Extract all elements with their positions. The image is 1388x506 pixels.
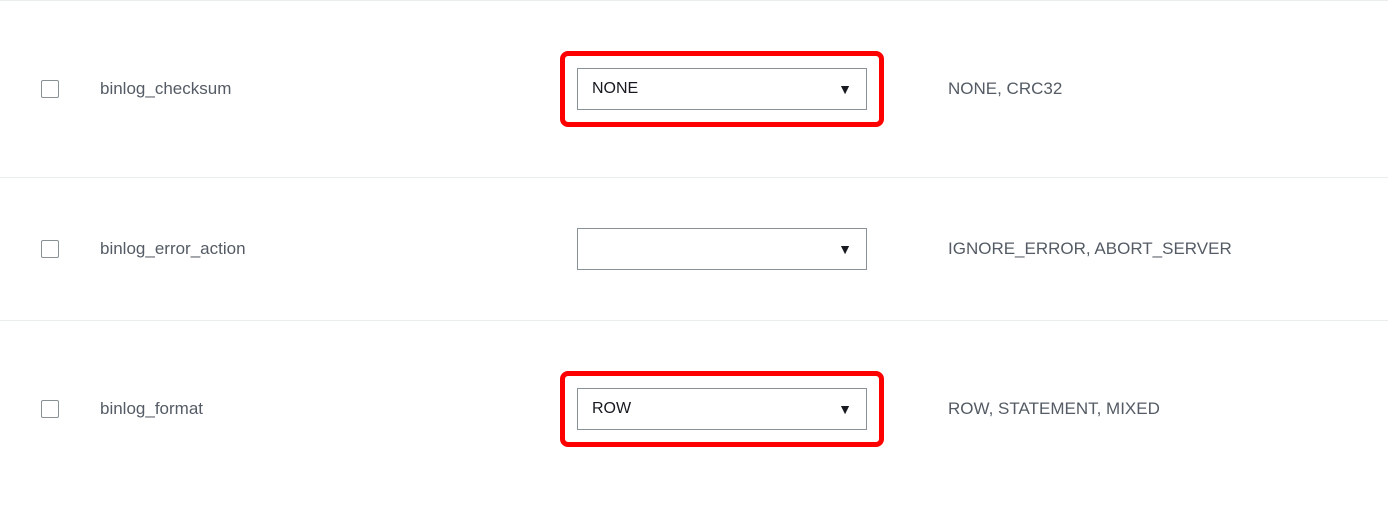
row-checkbox[interactable] [41,400,59,418]
parameter-value-cell: NONE ▼ [560,51,940,127]
select-value: ROW [592,400,631,418]
highlight-box: ROW ▼ [560,371,884,447]
parameter-row: binlog_error_action ▼ IGNORE_ERROR, ABOR… [0,178,1388,321]
parameter-name: binlog_format [100,399,560,419]
checkbox-cell [0,400,100,418]
parameter-row: binlog_format ROW ▼ ROW, STATEMENT, MIXE… [0,321,1388,497]
row-checkbox[interactable] [41,240,59,258]
caret-down-icon: ▼ [838,241,852,257]
checkbox-cell [0,240,100,258]
parameter-name: binlog_error_action [100,239,560,259]
highlight-box: NONE ▼ [560,51,884,127]
checkbox-cell [0,80,100,98]
caret-down-icon: ▼ [838,401,852,417]
select-value: NONE [592,80,638,98]
parameter-value-cell: ▼ [560,228,940,270]
parameter-name: binlog_checksum [100,79,560,99]
caret-down-icon: ▼ [838,81,852,97]
parameter-value-select[interactable]: ROW ▼ [577,388,867,430]
parameter-value-cell: ROW ▼ [560,371,940,447]
parameter-row: binlog_checksum NONE ▼ NONE, CRC32 [0,1,1388,178]
allowed-values: NONE, CRC32 [940,79,1388,99]
row-checkbox[interactable] [41,80,59,98]
allowed-values: IGNORE_ERROR, ABORT_SERVER [940,239,1388,259]
allowed-values: ROW, STATEMENT, MIXED [940,399,1388,419]
parameter-value-select[interactable]: NONE ▼ [577,68,867,110]
parameter-table: binlog_checksum NONE ▼ NONE, CRC32 binlo… [0,0,1388,497]
parameter-value-select[interactable]: ▼ [577,228,867,270]
